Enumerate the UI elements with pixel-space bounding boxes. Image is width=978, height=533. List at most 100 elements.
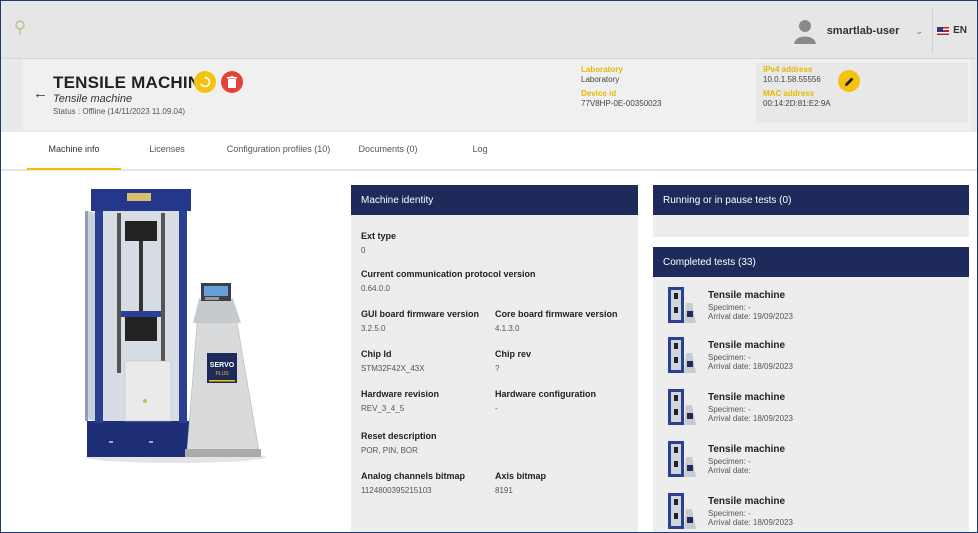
test-date: Arrival date: 18/09/2023: [708, 518, 793, 527]
sync-icon: [200, 76, 211, 88]
running-tests-heading[interactable]: Running or in pause tests (0): [653, 185, 969, 215]
delete-button[interactable]: [221, 71, 243, 93]
test-specimen: Specimen: -: [708, 457, 751, 466]
field-value: 4.1.3.0: [495, 324, 520, 333]
app-window: smartlab-user ⌄ EN ← TENSILE MACHINE Ten…: [0, 0, 978, 533]
mac-label: MAC address: [763, 89, 815, 98]
completed-tests-heading[interactable]: Completed tests (33): [653, 247, 969, 277]
field-value: ?: [495, 364, 500, 373]
field-label: Chip Id: [361, 349, 392, 359]
field-core-firmware: Core board firmware version 4.1.3.0: [495, 309, 618, 333]
test-title: Tensile machine: [708, 496, 786, 507]
edit-network-button[interactable]: [838, 70, 860, 92]
top-bar: smartlab-user ⌄ EN: [1, 1, 977, 59]
back-arrow-icon[interactable]: ←: [33, 85, 48, 102]
field-ext-type: Ext type 0: [361, 231, 396, 255]
field-label: Reset description: [361, 431, 437, 441]
username: smartlab-user: [826, 25, 900, 37]
field-label: Hardware revision: [361, 389, 440, 399]
field-axis-bitmap: Axis bitmap 8191: [495, 471, 546, 495]
test-date: Arrival date: 19/09/2023: [708, 312, 793, 321]
divider: [932, 9, 933, 53]
list-item[interactable]: Tensile machine Specimen: - Arrival date…: [663, 387, 963, 433]
trash-icon: [227, 76, 237, 88]
network-info: IPv4 address 10.0.1.58.55556 MAC address…: [763, 65, 831, 109]
tab-log[interactable]: Log: [463, 132, 497, 170]
tab-bar: Machine info Licenses Configuration prof…: [1, 132, 977, 170]
field-label: Core board firmware version: [495, 309, 618, 319]
field-hardware-revision: Hardware revision REV_3_4_5: [361, 389, 439, 413]
machine-header: ← TENSILE MACHINE Tensile machine Status…: [23, 59, 971, 131]
machine-thumbnail-icon: [668, 441, 696, 477]
laboratory-value: Laboratory: [581, 75, 620, 84]
machine-image: SERVO PLUS: [85, 189, 266, 463]
tab-licenses[interactable]: Licenses: [131, 132, 203, 170]
test-title: Tensile machine: [708, 392, 786, 403]
field-analog-channels: Analog channels bitmap 1124800395215103: [361, 471, 465, 495]
test-title: Tensile machine: [708, 290, 786, 301]
field-reset-description: Reset description POR, PIN, BOR: [361, 431, 437, 455]
running-tests-panel: Running or in pause tests (0): [653, 185, 969, 237]
field-gui-firmware: GUI board firmware version 3.2.5.0: [361, 309, 479, 333]
tab-documents[interactable]: Documents (0): [353, 132, 423, 170]
field-value: 8191: [495, 486, 513, 495]
field-label: Hardware configuration: [495, 389, 597, 399]
field-value: 0: [361, 246, 366, 255]
user-menu[interactable]: smartlab-user ⌄: [793, 11, 923, 51]
tab-machine-info[interactable]: Machine info: [27, 132, 121, 170]
device-id-value: 77V8HP-0E-00350023: [581, 99, 662, 108]
field-chip-id: Chip Id STM32F42X_43X: [361, 349, 425, 373]
machine-thumbnail-icon: [668, 389, 696, 425]
machine-identity-panel: Machine identity Ext type 0 Current comm…: [351, 185, 638, 532]
field-label: GUI board firmware version: [361, 309, 480, 319]
page-title: TENSILE MACHINE: [53, 73, 212, 92]
field-hardware-configuration: Hardware configuration -: [495, 389, 596, 413]
svg-text:PLUS: PLUS: [215, 371, 229, 377]
test-date: Arrival date: 18/09/2023: [708, 362, 793, 371]
field-value: -: [495, 404, 498, 413]
main-content: SERVO PLUS Machine identity Ext type 0 C…: [1, 171, 977, 532]
field-value: STM32F42X_43X: [361, 364, 425, 373]
test-date: Arrival date: 18/09/2023: [708, 414, 793, 423]
field-chip-rev: Chip rev ?: [495, 349, 531, 373]
laboratory-label: Laboratory: [581, 65, 623, 74]
field-value: POR, PIN, BOR: [361, 446, 418, 455]
list-item[interactable]: Tensile machine Specimen: - Arrival date…: [663, 439, 963, 485]
tab-configuration-profiles[interactable]: Configuration profiles (10): [211, 132, 346, 170]
machine-identity-heading: Machine identity: [351, 185, 638, 215]
test-title: Tensile machine: [708, 444, 786, 455]
test-specimen: Specimen: -: [708, 303, 751, 312]
language-selector[interactable]: EN: [937, 25, 967, 36]
field-label: Current communication protocol version: [361, 269, 536, 279]
completed-tests-panel: Completed tests (33) Tensile machine Spe…: [653, 247, 969, 532]
test-date: Arrival date:: [708, 466, 751, 475]
machine-thumbnail-icon: [668, 493, 696, 529]
test-specimen: Specimen: -: [708, 405, 751, 414]
chevron-down-icon[interactable]: ⌄: [915, 26, 923, 37]
pencil-icon: [844, 77, 853, 86]
test-specimen: Specimen: -: [708, 509, 751, 518]
machine-subtitle: Tensile machine: [53, 93, 133, 105]
field-protocol-version: Current communication protocol version 0…: [361, 269, 536, 293]
machine-status: Status : Offline (14/11/2023 11.09.04): [53, 107, 186, 116]
list-item[interactable]: Tensile machine Specimen: - Arrival date…: [663, 335, 963, 381]
ipv4-value: 10.0.1.58.55556: [763, 75, 821, 84]
language-label: EN: [953, 25, 967, 36]
svg-text:SERVO: SERVO: [210, 362, 235, 369]
field-label: Analog channels bitmap: [361, 471, 466, 481]
test-specimen: Specimen: -: [708, 353, 751, 362]
field-value: 0.64.0.0: [361, 284, 390, 293]
machine-thumbnail-icon: [668, 287, 696, 323]
field-value: 3.2.5.0: [361, 324, 386, 333]
list-item[interactable]: Tensile machine Specimen: - Arrival date…: [663, 285, 963, 331]
test-title: Tensile machine: [708, 340, 786, 351]
list-item[interactable]: Tensile machine Specimen: - Arrival date…: [663, 491, 963, 532]
machine-thumbnail-icon: [668, 337, 696, 373]
sync-button[interactable]: [194, 71, 216, 93]
field-label: Ext type: [361, 231, 397, 241]
laboratory-info: Laboratory Laboratory Device id 77V8HP-0…: [581, 65, 662, 109]
ipv4-label: IPv4 address: [763, 65, 813, 74]
pin-icon[interactable]: [13, 20, 27, 36]
field-value: REV_3_4_5: [361, 404, 405, 413]
device-id-label: Device id: [581, 89, 617, 98]
